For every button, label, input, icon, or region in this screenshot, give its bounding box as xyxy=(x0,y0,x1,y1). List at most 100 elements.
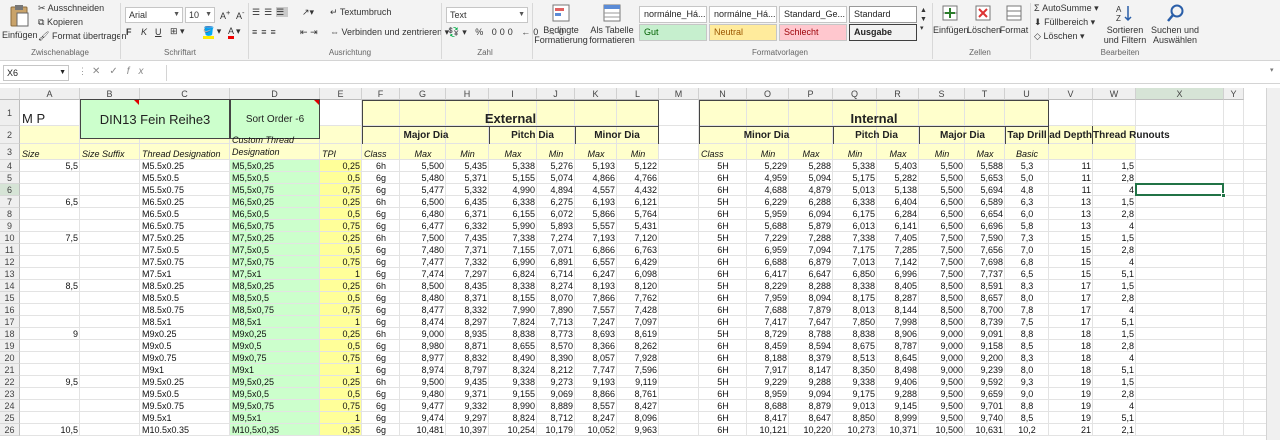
cell-u-row-9[interactable]: 5,8 xyxy=(1005,220,1049,232)
cell-h-row-18[interactable]: 8,935 xyxy=(446,328,489,340)
cell-i-row-19[interactable]: 8,655 xyxy=(489,340,537,352)
expand-formula-icon[interactable]: ▾ xyxy=(1270,66,1274,74)
cell-n2-row-23[interactable]: 6H xyxy=(699,388,747,400)
cell-g-row-4[interactable]: 5,500 xyxy=(400,160,446,172)
cell-i-row-16[interactable]: 7,990 xyxy=(489,304,537,316)
cell-p-row-14[interactable]: 8,288 xyxy=(789,280,833,292)
cell-k-row-13[interactable]: 6,247 xyxy=(575,268,617,280)
cell-l-row-6[interactable]: 4,432 xyxy=(617,184,659,196)
cell-w-row-24[interactable]: 4 xyxy=(1093,400,1136,412)
cell-d-row-13[interactable]: M7,5x1 xyxy=(230,268,320,280)
cell-h-row-5[interactable]: 5,371 xyxy=(446,172,489,184)
cell-v-row-21[interactable]: 18 xyxy=(1049,364,1093,376)
cell-t-row-19[interactable]: 9,158 xyxy=(965,340,1005,352)
column-header-f[interactable]: F xyxy=(362,88,400,100)
cell-h-row-26[interactable]: 10,397 xyxy=(446,424,489,436)
cell-n2-row-7[interactable]: 5H xyxy=(699,196,747,208)
cell-c-row-21[interactable]: M9x1 xyxy=(140,364,230,376)
shrink-font-button[interactable]: A- xyxy=(236,8,245,21)
column-header-u[interactable]: U xyxy=(1005,88,1049,100)
cell-s-row-6[interactable]: 5,500 xyxy=(919,184,965,196)
cell-v-row-14[interactable]: 17 xyxy=(1049,280,1093,292)
cell-g-row-6[interactable]: 5,477 xyxy=(400,184,446,196)
cut-button[interactable]: ✂ Ausschneiden xyxy=(38,3,104,14)
cell-q-row-23[interactable]: 9,175 xyxy=(833,388,877,400)
number-format-combo[interactable]: Text ▼ xyxy=(446,7,528,23)
cell-c-row-15[interactable]: M8.5x0.5 xyxy=(140,292,230,304)
cell-g-row-14[interactable]: 8,500 xyxy=(400,280,446,292)
column-header-p[interactable]: P xyxy=(789,88,833,100)
cell-e-row-10[interactable]: 0,25 xyxy=(320,232,362,244)
format-cells-button[interactable]: Format xyxy=(999,3,1029,35)
column-header-n[interactable]: N xyxy=(699,88,747,100)
cell-o-row-23[interactable]: 8,959 xyxy=(747,388,789,400)
cell-t-row-8[interactable]: 6,654 xyxy=(965,208,1005,220)
cell-q-row-12[interactable]: 7,013 xyxy=(833,256,877,268)
cell-o-row-11[interactable]: 6,959 xyxy=(747,244,789,256)
cell-i-row-17[interactable]: 7,824 xyxy=(489,316,537,328)
cell-g-row-13[interactable]: 7,474 xyxy=(400,268,446,280)
cell-a-row-22[interactable]: 9,5 xyxy=(20,376,80,388)
cell-j-row-25[interactable]: 8,712 xyxy=(537,412,575,424)
cell-s-row-10[interactable]: 7,500 xyxy=(919,232,965,244)
cell-d-row-16[interactable]: M8,5x0,75 xyxy=(230,304,320,316)
cell-w-row-10[interactable]: 1,5 xyxy=(1093,232,1136,244)
format-as-table-button[interactable]: Als Tabelle formatieren xyxy=(589,3,635,45)
row-header-8[interactable]: 8 xyxy=(0,208,20,220)
row-header-1[interactable]: 1 xyxy=(0,100,20,126)
cell-l-row-4[interactable]: 5,122 xyxy=(617,160,659,172)
cell-u-row-16[interactable]: 7,8 xyxy=(1005,304,1049,316)
cell-j-row-15[interactable]: 8,070 xyxy=(537,292,575,304)
fill-color-button[interactable]: 🪣 ▾ xyxy=(203,26,221,39)
cell-j-row-19[interactable]: 8,570 xyxy=(537,340,575,352)
cell-c-row-24[interactable]: M9.5x0.75 xyxy=(140,400,230,412)
cell-r-row-12[interactable]: 7,142 xyxy=(877,256,919,268)
cell-t-row-23[interactable]: 9,659 xyxy=(965,388,1005,400)
cell-q-row-21[interactable]: 8,350 xyxy=(833,364,877,376)
select-all-corner[interactable] xyxy=(0,88,20,100)
cell-n2-row-18[interactable]: 5H xyxy=(699,328,747,340)
cell-e-row-17[interactable]: 1 xyxy=(320,316,362,328)
cell-q-row-8[interactable]: 6,175 xyxy=(833,208,877,220)
cell-k-row-23[interactable]: 8,866 xyxy=(575,388,617,400)
cell-w-row-11[interactable]: 2,8 xyxy=(1093,244,1136,256)
cell-g-row-12[interactable]: 7,477 xyxy=(400,256,446,268)
cell-k-row-18[interactable]: 8,693 xyxy=(575,328,617,340)
vertical-align-buttons[interactable]: ☰☰☰ xyxy=(252,7,289,18)
cell-k-row-24[interactable]: 8,557 xyxy=(575,400,617,412)
cell-s-row-8[interactable]: 6,500 xyxy=(919,208,965,220)
cell-l-row-12[interactable]: 6,429 xyxy=(617,256,659,268)
cell-f-row-6[interactable]: 6g xyxy=(362,184,400,196)
cell-p-row-16[interactable]: 7,879 xyxy=(789,304,833,316)
grow-font-button[interactable]: A+ xyxy=(220,8,230,21)
cell-g-row-11[interactable]: 7,480 xyxy=(400,244,446,256)
cell-a-row-25[interactable] xyxy=(20,412,80,424)
cell-t-row-11[interactable]: 7,656 xyxy=(965,244,1005,256)
cell-d-row-19[interactable]: M9x0,5 xyxy=(230,340,320,352)
cell-f-row-24[interactable]: 6g xyxy=(362,400,400,412)
cell-o-row-12[interactable]: 6,688 xyxy=(747,256,789,268)
cell-k-row-7[interactable]: 6,193 xyxy=(575,196,617,208)
cell-n2-row-25[interactable]: 6H xyxy=(699,412,747,424)
cell-i-row-26[interactable]: 10,254 xyxy=(489,424,537,436)
cell-r-row-9[interactable]: 6,141 xyxy=(877,220,919,232)
cell-j-row-22[interactable]: 9,273 xyxy=(537,376,575,388)
cell-g-row-20[interactable]: 8,977 xyxy=(400,352,446,364)
cell-k-row-6[interactable]: 4,557 xyxy=(575,184,617,196)
cell-l-row-8[interactable]: 5,764 xyxy=(617,208,659,220)
cell-f-row-8[interactable]: 6g xyxy=(362,208,400,220)
selected-cell-x6[interactable] xyxy=(1135,183,1224,196)
cell-p-row-8[interactable]: 6,094 xyxy=(789,208,833,220)
column-header-q[interactable]: Q xyxy=(833,88,877,100)
cell-g-row-26[interactable]: 10,481 xyxy=(400,424,446,436)
column-header-l[interactable]: L xyxy=(617,88,659,100)
cell-k-row-14[interactable]: 8,193 xyxy=(575,280,617,292)
cell-p-row-24[interactable]: 8,879 xyxy=(789,400,833,412)
cell-h-row-12[interactable]: 7,332 xyxy=(446,256,489,268)
cell-t-row-4[interactable]: 5,588 xyxy=(965,160,1005,172)
row-header-12[interactable]: 12 xyxy=(0,256,20,268)
cell-q-row-24[interactable]: 9,013 xyxy=(833,400,877,412)
cell-c-row-23[interactable]: M9.5x0.5 xyxy=(140,388,230,400)
enter-icon[interactable]: ✓ xyxy=(109,66,126,77)
cell-c-row-7[interactable]: M6.5x0.25 xyxy=(140,196,230,208)
